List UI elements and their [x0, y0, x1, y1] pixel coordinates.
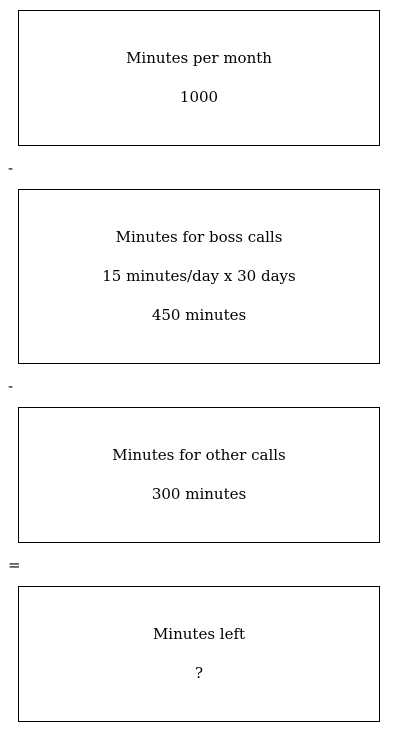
box-value: 1000	[179, 88, 219, 106]
box-label: Minutes per month	[126, 49, 272, 67]
other-calls-box: Minutes for other calls 300 minutes	[18, 407, 380, 543]
minutes-per-month-box: Minutes per month 1000	[18, 10, 380, 146]
minus-operator: -	[8, 159, 14, 177]
minutes-left-box: Minutes left ?	[18, 586, 380, 722]
box-label: Minutes left	[152, 625, 246, 643]
minus-operator: -	[8, 377, 14, 395]
boss-calls-box: Minutes for boss calls 15 minutes/day x …	[18, 189, 380, 364]
box-value: 450 minutes	[151, 306, 247, 324]
equals-operator: =	[8, 556, 21, 574]
box-label: Minutes for other calls	[112, 446, 286, 464]
box-label: Minutes for boss calls	[115, 228, 283, 246]
box-calculation: 15 minutes/day x 30 days	[102, 267, 296, 285]
box-value: ?	[194, 664, 204, 682]
box-value: 300 minutes	[151, 485, 247, 503]
